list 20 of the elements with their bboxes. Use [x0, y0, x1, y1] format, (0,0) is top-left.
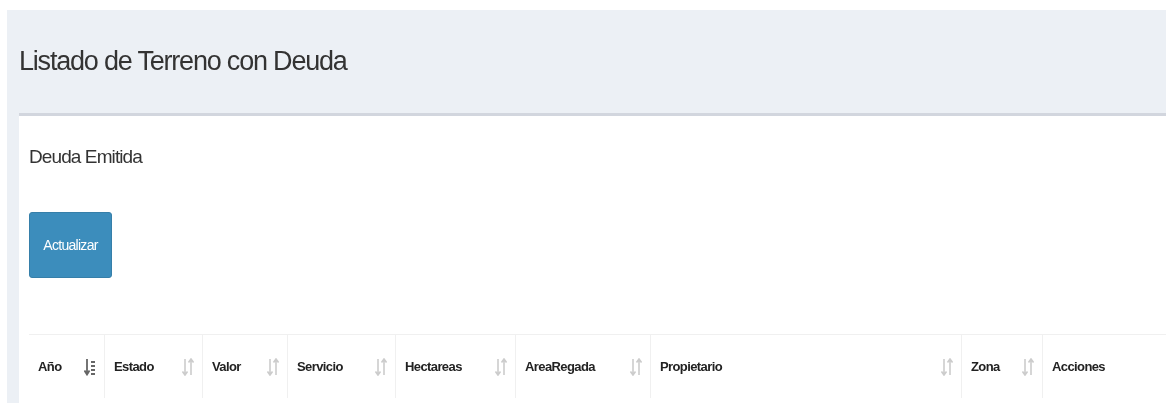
- column-header: Acciones: [1043, 335, 1166, 398]
- column-header[interactable]: Zona: [962, 335, 1043, 398]
- column-header[interactable]: Estado: [105, 335, 203, 398]
- sort-icon: [941, 357, 953, 376]
- page-title: Listado de Terreno con Deuda: [19, 46, 347, 77]
- sort-icon: [267, 357, 279, 376]
- column-header[interactable]: Hectareas: [396, 335, 516, 398]
- sort-icon: [630, 357, 642, 376]
- sort-icon: [495, 357, 507, 376]
- sort-icon: [182, 357, 194, 376]
- column-header[interactable]: Valor: [203, 335, 288, 398]
- sort-icon: [1022, 357, 1034, 376]
- sort-icon: [375, 357, 387, 376]
- update-button[interactable]: Actualizar: [29, 212, 112, 278]
- column-header[interactable]: Propietario: [651, 335, 962, 398]
- sort-descending-icon: [84, 357, 96, 376]
- column-header[interactable]: Servicio: [288, 335, 396, 398]
- column-header[interactable]: AreaRegada: [516, 335, 651, 398]
- column-header[interactable]: Año: [29, 335, 105, 398]
- panel-title: Deuda Emitida: [29, 146, 142, 168]
